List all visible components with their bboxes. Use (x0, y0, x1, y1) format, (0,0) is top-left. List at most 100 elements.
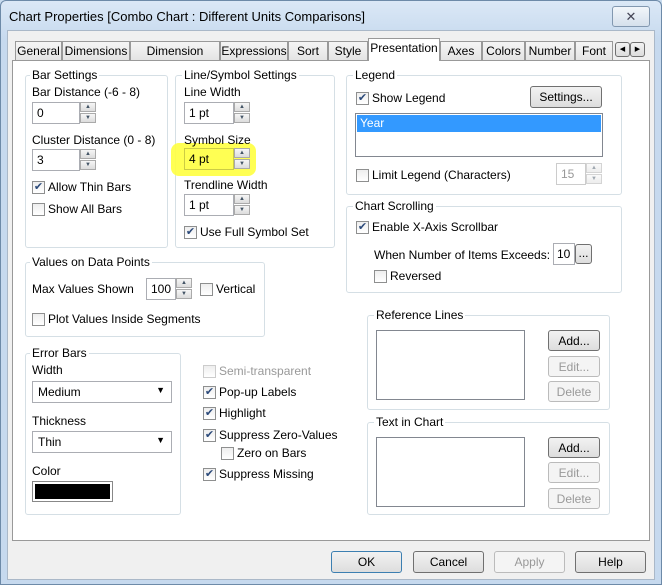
tab-colors[interactable]: Colors (482, 41, 525, 61)
arrow-left-icon: ◀ (619, 46, 626, 53)
label: Use Full Symbol Set (200, 225, 309, 239)
reference-lines-list[interactable] (376, 330, 525, 400)
tab-scroll-left-button[interactable]: ◀ (615, 42, 630, 57)
reversed-checkbox[interactable] (374, 270, 387, 283)
use-full-symbol-set-checkbox[interactable]: ✔ (184, 226, 197, 239)
show-legend-checkbox[interactable]: ✔ (356, 92, 369, 105)
text-delete-button[interactable]: Delete (548, 488, 600, 509)
max-values-spinner[interactable]: ▲ ▼ (176, 278, 192, 300)
label: When Number of Items Exceeds: (374, 248, 551, 262)
bar-distance-input[interactable]: 0 (32, 102, 80, 124)
arrow-right-icon: ▶ (634, 46, 641, 53)
selected-value: Thin (38, 435, 62, 449)
enable-x-axis-scrollbar-checkbox[interactable]: ✔ (356, 221, 369, 234)
limit-legend-checkbox[interactable] (356, 169, 369, 182)
allow-thin-bars-checkbox[interactable]: ✔ (32, 181, 45, 194)
symbol-size-input[interactable]: 4 pt (184, 148, 234, 170)
cluster-distance-input[interactable]: 3 (32, 149, 80, 171)
items-exceed-input[interactable]: 10 (553, 243, 575, 265)
label: Semi-transparent (219, 364, 312, 378)
bar-distance-spinner[interactable]: ▲ ▼ (80, 102, 96, 124)
limit-legend-input[interactable]: 15 (556, 163, 586, 185)
label: Thickness (32, 414, 87, 428)
legend-settings-button[interactable]: Settings... (530, 86, 602, 108)
line-width-input[interactable]: 1 pt (184, 102, 234, 124)
label: Suppress Zero-Values (219, 428, 338, 442)
label: Bar Distance (-6 - 8) (32, 85, 141, 99)
zero-on-bars-checkbox[interactable] (221, 447, 234, 460)
ok-button[interactable]: OK (331, 551, 402, 573)
label: Suppress Missing (219, 467, 314, 481)
error-bar-width-select[interactable]: Medium ▼ (32, 381, 172, 403)
vertical-checkbox[interactable] (200, 283, 213, 296)
label: Trendline Width (184, 178, 268, 192)
tab-general[interactable]: General (15, 41, 62, 61)
label: Pop-up Labels (219, 385, 297, 399)
tab-number[interactable]: Number (525, 41, 575, 61)
chevron-down-icon: ▼ (156, 435, 165, 445)
show-all-bars-checkbox[interactable] (32, 203, 45, 216)
trendline-width-input[interactable]: 1 pt (184, 194, 234, 216)
apply-button[interactable]: Apply (494, 551, 565, 573)
reference-line-add-button[interactable]: Add... (548, 330, 600, 351)
error-bar-color-button[interactable] (32, 481, 113, 502)
legend-list-item[interactable]: Year (357, 115, 601, 132)
tab-sort[interactable]: Sort (288, 41, 328, 61)
tab-style[interactable]: Style (328, 41, 368, 61)
plot-values-inside-segments-checkbox[interactable] (32, 313, 45, 326)
tab-presentation[interactable]: Presentation (368, 38, 440, 61)
label: Reversed (390, 269, 442, 283)
cluster-distance-spinner[interactable]: ▲ ▼ (80, 149, 96, 171)
close-button[interactable]: ✕ (612, 6, 650, 27)
tab-axes[interactable]: Axes (440, 41, 482, 61)
max-values-input[interactable]: 100 (146, 278, 176, 300)
suppress-missing-checkbox[interactable]: ✔ (203, 468, 216, 481)
trendline-width-spinner[interactable]: ▲ ▼ (234, 194, 250, 216)
legend-list[interactable]: Year (355, 113, 603, 157)
suppress-zero-values-checkbox[interactable]: ✔ (203, 429, 216, 442)
chevron-down-icon: ▼ (156, 385, 165, 395)
reference-line-delete-button[interactable]: Delete (548, 381, 600, 402)
label: Line Width (184, 85, 241, 99)
text-add-button[interactable]: Add... (548, 437, 600, 458)
selected-value: Medium (38, 385, 81, 399)
highlight-checkbox[interactable]: ✔ (203, 407, 216, 420)
text-in-chart-list[interactable] (376, 437, 525, 507)
semi-transparent-checkbox[interactable] (203, 365, 216, 378)
line-width-spinner[interactable]: ▲ ▼ (234, 102, 250, 124)
group-title: Values on Data Points (30, 255, 152, 269)
label: Allow Thin Bars (48, 180, 132, 194)
label: Show Legend (372, 91, 446, 105)
label: Cluster Distance (0 - 8) (32, 133, 156, 147)
label: Limit Legend (Characters) (372, 168, 511, 182)
group-title: Bar Settings (30, 68, 100, 82)
label: Show All Bars (48, 202, 123, 216)
group-title: Error Bars (30, 346, 89, 360)
items-exceed-more-button[interactable]: ... (575, 244, 592, 264)
label: Vertical (216, 282, 256, 296)
label: Zero on Bars (237, 446, 307, 460)
help-button[interactable]: Help (575, 551, 646, 573)
label: Width (32, 363, 63, 377)
tab-dimensions[interactable]: Dimensions (62, 41, 130, 61)
error-bar-thickness-select[interactable]: Thin ▼ (32, 431, 172, 453)
limit-legend-spinner[interactable]: ▲ ▼ (586, 163, 602, 185)
symbol-size-spinner[interactable]: ▲ ▼ (234, 148, 250, 170)
group-title: Legend (353, 68, 398, 82)
cancel-button[interactable]: Cancel (413, 551, 484, 573)
label: Highlight (219, 406, 266, 420)
group-title: Line/Symbol Settings (182, 68, 299, 82)
label: Enable X-Axis Scrollbar (372, 220, 499, 234)
tab-scroll-right-button[interactable]: ▶ (630, 42, 645, 57)
tab-dimension-limits[interactable]: Dimension Limits (130, 41, 220, 76)
popup-labels-checkbox[interactable]: ✔ (203, 386, 216, 399)
label: Symbol Size (184, 133, 251, 147)
tab-expressions[interactable]: Expressions (220, 41, 288, 61)
reference-line-edit-button[interactable]: Edit... (548, 356, 600, 377)
label: Plot Values Inside Segments (48, 312, 201, 326)
group-title: Reference Lines (374, 308, 466, 322)
tab-font[interactable]: Font (575, 41, 613, 61)
text-edit-button[interactable]: Edit... (548, 462, 600, 483)
close-icon: ✕ (625, 9, 637, 24)
label: Color (32, 464, 61, 478)
